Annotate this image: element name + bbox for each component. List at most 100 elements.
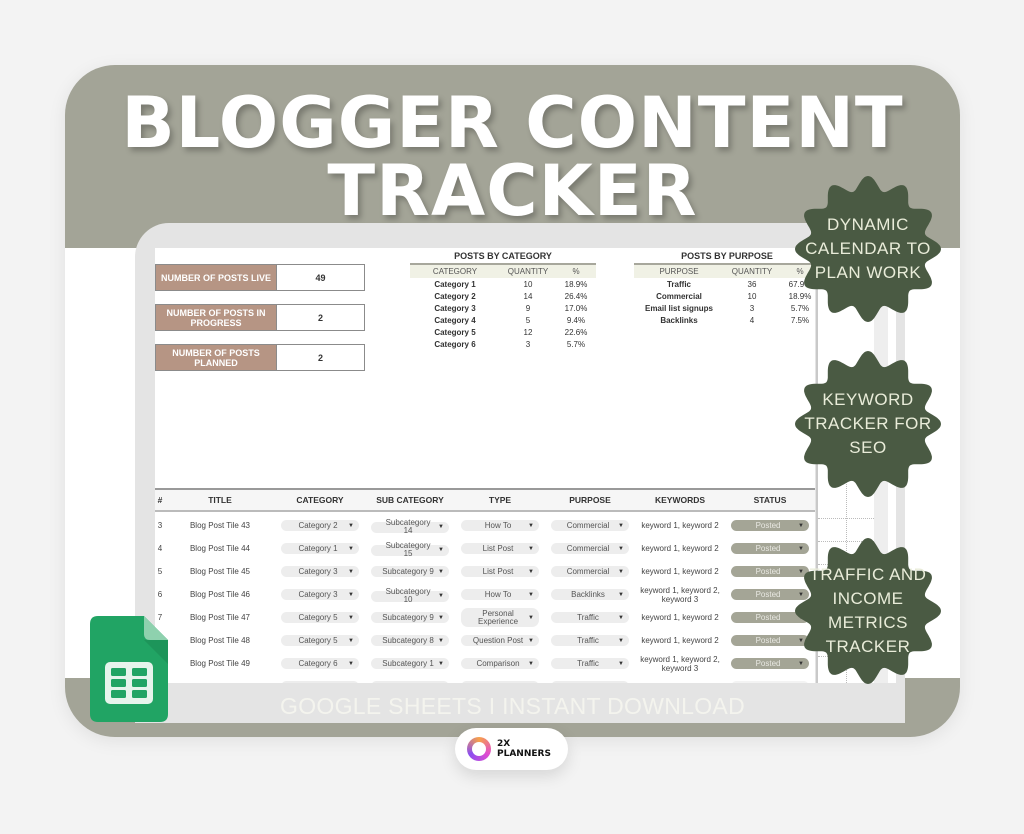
category-dropdown[interactable]: Category 5 ▼ [281, 612, 359, 623]
summary-row: Traffic 36 67.9% [634, 278, 815, 290]
dropdown-arrow-icon[interactable]: ▼ [438, 568, 444, 576]
dropdown-arrow-icon[interactable]: ▼ [348, 545, 354, 553]
purpose-dropdown[interactable]: Backlinks▼ [551, 681, 629, 683]
dropdown-arrow-icon[interactable]: ▼ [438, 637, 444, 645]
purpose-dropdown[interactable]: Traffic ▼ [551, 612, 629, 623]
type-dropdown[interactable]: Personal Experience ▼ [461, 608, 539, 627]
dropdown-arrow-icon[interactable]: ▼ [438, 614, 444, 622]
type-dropdown-value: Comparison [476, 658, 520, 668]
purpose-dropdown[interactable]: Backlinks ▼ [551, 589, 629, 600]
dropdown-arrow-icon[interactable]: ▼ [348, 683, 354, 684]
dropdown-arrow-icon[interactable]: ▼ [618, 591, 624, 599]
purpose-dropdown[interactable]: Traffic ▼ [551, 658, 629, 669]
purpose-dropdown-value: Backlinks [571, 589, 605, 599]
status-dropdown[interactable]: Posted ▼ [731, 520, 809, 531]
category-dropdown[interactable]: Category 6 ▼ [281, 658, 359, 669]
headline-line-1: BLOGGER CONTENT [121, 82, 904, 164]
dropdown-arrow-icon[interactable]: ▼ [528, 637, 534, 645]
summary-cell: 3 [525, 339, 531, 349]
stat-label: NUMBER OF POSTS LIVE [156, 265, 277, 290]
dropdown-arrow-icon[interactable]: ▼ [348, 568, 354, 576]
posts-table-header: # TITLE CATEGORY SUB CATEGORY TYPE PURPO… [155, 488, 815, 512]
summary-cell: 3 [749, 303, 755, 313]
footer-tagline: GOOGLE SHEETS I INSTANT DOWNLOAD [280, 693, 745, 719]
category-dropdown[interactable]: Category 2▼ [281, 520, 359, 531]
dropdown-arrow-icon[interactable]: ▼ [618, 522, 624, 530]
category-dropdown[interactable]: Category 3 ▼ [281, 589, 359, 600]
dropdown-arrow-icon[interactable]: ▼ [438, 683, 444, 684]
dropdown-arrow-icon[interactable]: ▼ [618, 660, 624, 668]
dropdown-arrow-icon[interactable]: ▼ [438, 660, 444, 668]
dropdown-arrow-icon[interactable]: ▼ [438, 592, 444, 600]
dropdown-arrow-icon[interactable]: ▼ [798, 522, 804, 530]
summary-cell: 14 [523, 291, 533, 301]
subcategory-dropdown[interactable]: Subcategory 9 ▼ [371, 566, 449, 577]
type-dropdown[interactable]: List Post▼ [461, 566, 539, 577]
type-dropdown[interactable]: How To ▼ [461, 520, 539, 531]
dropdown-arrow-icon[interactable]: ▼ [618, 568, 624, 576]
purpose-dropdown[interactable]: Traffic ▼ [551, 635, 629, 646]
brand-name: 2X PLANNERS [497, 739, 551, 759]
summary-cell: 9 [525, 303, 531, 313]
summary-row: Category 5 12 22.6% [410, 326, 596, 338]
dropdown-arrow-icon[interactable]: ▼ [528, 591, 534, 599]
subcategory-dropdown[interactable]: Subcategory 9 ▼ [371, 612, 449, 623]
header-num: # [157, 495, 163, 505]
category-dropdown[interactable]: Category 5 ▼ [281, 635, 359, 646]
dropdown-arrow-icon[interactable]: ▼ [618, 614, 624, 622]
dropdown-arrow-icon[interactable]: ▼ [438, 546, 444, 554]
category-dropdown-value: Category 3 [298, 589, 338, 599]
dropdown-arrow-icon[interactable]: ▼ [528, 660, 534, 668]
subcategory-dropdown[interactable]: Subcategory 1 ▼ [371, 658, 449, 669]
dropdown-arrow-icon[interactable]: ▼ [348, 591, 354, 599]
subcategory-dropdown-value: Subcategory 9 [382, 612, 434, 622]
type-dropdown[interactable]: Question Post ▼ [461, 635, 539, 646]
dropdown-arrow-icon[interactable]: ▼ [438, 523, 444, 531]
subcategory-dropdown-value: Subcategory 8 [381, 682, 435, 683]
dropdown-arrow-icon[interactable]: ▼ [348, 637, 354, 645]
subcategory-dropdown[interactable]: Subcategory 10 ▼ [371, 588, 449, 604]
subcategory-dropdown[interactable]: Subcategory 15 ▼ [371, 542, 449, 558]
subcategory-dropdown[interactable]: Subcategory 8▼ [371, 681, 449, 683]
purpose-dropdown[interactable]: Commercial ▼ [551, 566, 629, 577]
dropdown-arrow-icon[interactable]: ▼ [618, 545, 624, 553]
subcategory-dropdown[interactable]: Subcategory 8▼ [371, 635, 449, 646]
dropdown-arrow-icon[interactable]: ▼ [618, 683, 624, 684]
status-dropdown-value: Posted [755, 612, 781, 622]
type-dropdown-value: How To [484, 589, 512, 599]
header-cell: CATEGORY [432, 267, 478, 276]
2x-planners-logo-icon [467, 737, 491, 761]
type-dropdown[interactable]: How To ▼ [461, 589, 539, 600]
dropdown-arrow-icon[interactable]: ▼ [618, 637, 624, 645]
summary-cell: 9.4% [566, 315, 586, 325]
dropdown-arrow-icon[interactable]: ▼ [528, 683, 534, 684]
category-dropdown[interactable]: Category 2▼ [281, 681, 359, 683]
summary-cell: 5 [525, 315, 531, 325]
dropdown-arrow-icon[interactable]: ▼ [528, 545, 534, 553]
purpose-dropdown[interactable]: Commercial ▼ [551, 543, 629, 554]
dropdown-arrow-icon[interactable]: ▼ [528, 568, 534, 576]
category-dropdown[interactable]: Category 1 ▼ [281, 543, 359, 554]
type-dropdown[interactable]: List Post▼ [461, 543, 539, 554]
summary-cell: Category 3 [434, 303, 476, 313]
badge-line: SEO [849, 438, 887, 457]
dropdown-arrow-icon[interactable]: ▼ [348, 522, 354, 530]
header-cell: % [572, 267, 580, 276]
dropdown-arrow-icon[interactable]: ▼ [528, 522, 534, 530]
subcategory-dropdown[interactable]: Subcategory 14 ▼ [371, 518, 449, 536]
type-dropdown[interactable]: List Post▼ [461, 681, 539, 683]
header-purpose: PURPOSE [569, 495, 611, 505]
dropdown-arrow-icon[interactable]: ▼ [348, 614, 354, 622]
purpose-dropdown[interactable]: Commercial ▼ [551, 520, 629, 531]
purpose-dropdown-value: Commercial [566, 520, 610, 530]
badge-line: DYNAMIC [827, 215, 909, 234]
category-dropdown-value: Category 5 [298, 612, 338, 622]
subcategory-dropdown-value: Subcategory 14 [385, 518, 431, 536]
category-dropdown[interactable]: Category 3 ▼ [281, 566, 359, 577]
dropdown-arrow-icon[interactable]: ▼ [348, 660, 354, 668]
row-number: 3 [157, 521, 163, 530]
badge-text: DYNAMIC CALENDAR TO PLAN WORK [789, 170, 947, 328]
keywords-cell: keyword 1, keyword 2, keyword 3 [640, 585, 720, 604]
dropdown-arrow-icon[interactable]: ▼ [528, 614, 534, 622]
type-dropdown[interactable]: Comparison ▼ [461, 658, 539, 669]
